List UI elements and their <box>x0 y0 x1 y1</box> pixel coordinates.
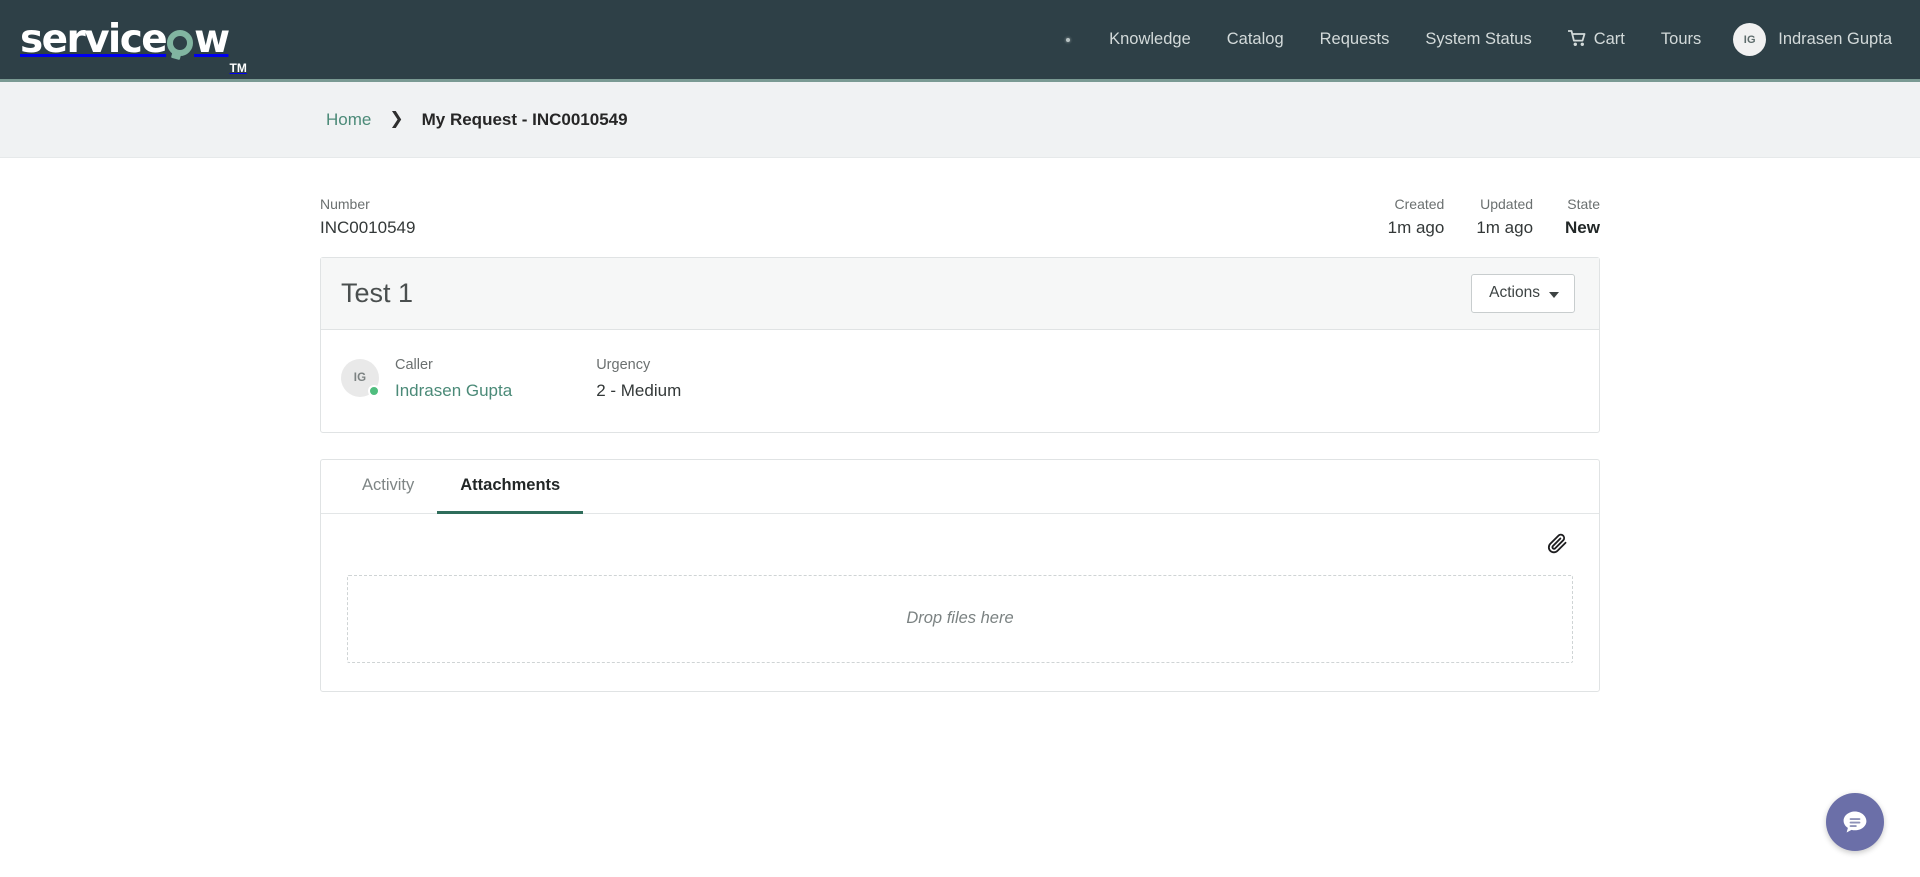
chevron-right-icon: ❯ <box>389 109 404 128</box>
chat-bubble-icon[interactable] <box>1826 793 1884 851</box>
page-title: Test 1 <box>341 278 414 309</box>
nav-item-cart[interactable]: Cart <box>1550 0 1643 79</box>
breadcrumb: Home ❯ My Request - INC0010549 <box>0 82 1920 158</box>
main-content: Number INC0010549 Created 1m ago Updated… <box>0 158 1920 692</box>
record-updated-value: 1m ago <box>1476 218 1534 238</box>
nav-item-system-status[interactable]: System Status <box>1407 0 1549 79</box>
caller-value-link[interactable]: Indrasen Gupta <box>395 380 512 402</box>
servicenow-logo[interactable]: service w TM <box>20 0 247 79</box>
record-state-field: State New <box>1565 194 1600 239</box>
brand-orb-icon <box>167 29 194 56</box>
record-updated-field: Updated 1m ago <box>1476 194 1533 239</box>
nav-item-requests[interactable]: Requests <box>1302 0 1408 79</box>
record-updated-label: Updated <box>1480 196 1534 212</box>
record-created-label: Created <box>1394 196 1445 212</box>
paperclip-icon[interactable] <box>1542 528 1573 559</box>
ticket-card-body: IG Caller Indrasen Gupta Urgency 2 - Med… <box>321 330 1599 432</box>
primary-nav: Knowledge Catalog Requests System Status… <box>1051 0 1896 79</box>
shopping-cart-icon <box>1567 29 1587 52</box>
nav-item-tours[interactable]: Tours <box>1643 0 1719 79</box>
nav-item-knowledge[interactable]: Knowledge <box>1091 0 1209 79</box>
urgency-label: Urgency <box>596 356 651 373</box>
record-created-field: Created 1m ago <box>1388 194 1445 239</box>
record-created-value: 1m ago <box>1387 218 1445 238</box>
record-state-label: State <box>1567 196 1600 212</box>
record-number-value: INC0010549 <box>320 218 416 238</box>
caller-label: Caller <box>395 356 433 373</box>
brand-lead-text: service <box>20 17 168 62</box>
breadcrumb-current-page: My Request - INC0010549 <box>421 109 628 129</box>
tab-attachments[interactable]: Attachments <box>437 461 584 514</box>
record-meta-right-group: Created 1m ago Updated 1m ago State New <box>1388 194 1600 239</box>
actions-button-label: Actions <box>1489 284 1540 302</box>
top-navbar: service w TM Knowledge Catalog Requests S… <box>0 0 1920 82</box>
brand-tail-text: w <box>194 17 230 62</box>
brand-wordmark: service w <box>20 17 230 62</box>
status-badge: New <box>1565 218 1600 238</box>
activity-attachments-card: Activity Attachments Drop files here <box>320 458 1600 692</box>
chevron-down-icon <box>1549 291 1559 298</box>
urgency-field: Urgency 2 - Medium <box>596 356 681 402</box>
nav-cart-label: Cart <box>1593 30 1625 48</box>
record-number-label: Number <box>320 196 370 212</box>
presence-online-icon <box>368 384 380 397</box>
brand-trademark: TM <box>229 61 247 75</box>
breadcrumb-home-link[interactable]: Home <box>326 110 371 130</box>
user-name-label: Indrasen Gupta <box>1778 30 1892 48</box>
ticket-card-header: Test 1 Actions <box>321 258 1599 330</box>
urgency-value: 2 - Medium <box>596 380 682 400</box>
record-meta-row: Number INC0010549 Created 1m ago Updated… <box>320 158 1600 257</box>
record-number-field: Number INC0010549 <box>320 194 415 239</box>
caller-avatar-wrapper: IG <box>341 358 380 397</box>
user-menu[interactable]: IG Indrasen Gupta <box>1719 0 1896 79</box>
file-dropzone[interactable]: Drop files here <box>347 574 1573 663</box>
search-icon[interactable] <box>1051 0 1085 81</box>
ticket-card: Test 1 Actions IG Caller Indrasen Gupta … <box>320 257 1600 433</box>
actions-button[interactable]: Actions <box>1471 274 1575 313</box>
caller-field: Caller Indrasen Gupta <box>395 356 512 402</box>
nav-item-catalog[interactable]: Catalog <box>1209 0 1302 79</box>
avatar: IG <box>1733 23 1767 56</box>
tab-list: Activity Attachments <box>321 460 1599 514</box>
dropzone-label: Drop files here <box>906 609 1014 628</box>
tab-activity[interactable]: Activity <box>339 461 437 514</box>
attachment-toolbar <box>321 514 1599 567</box>
